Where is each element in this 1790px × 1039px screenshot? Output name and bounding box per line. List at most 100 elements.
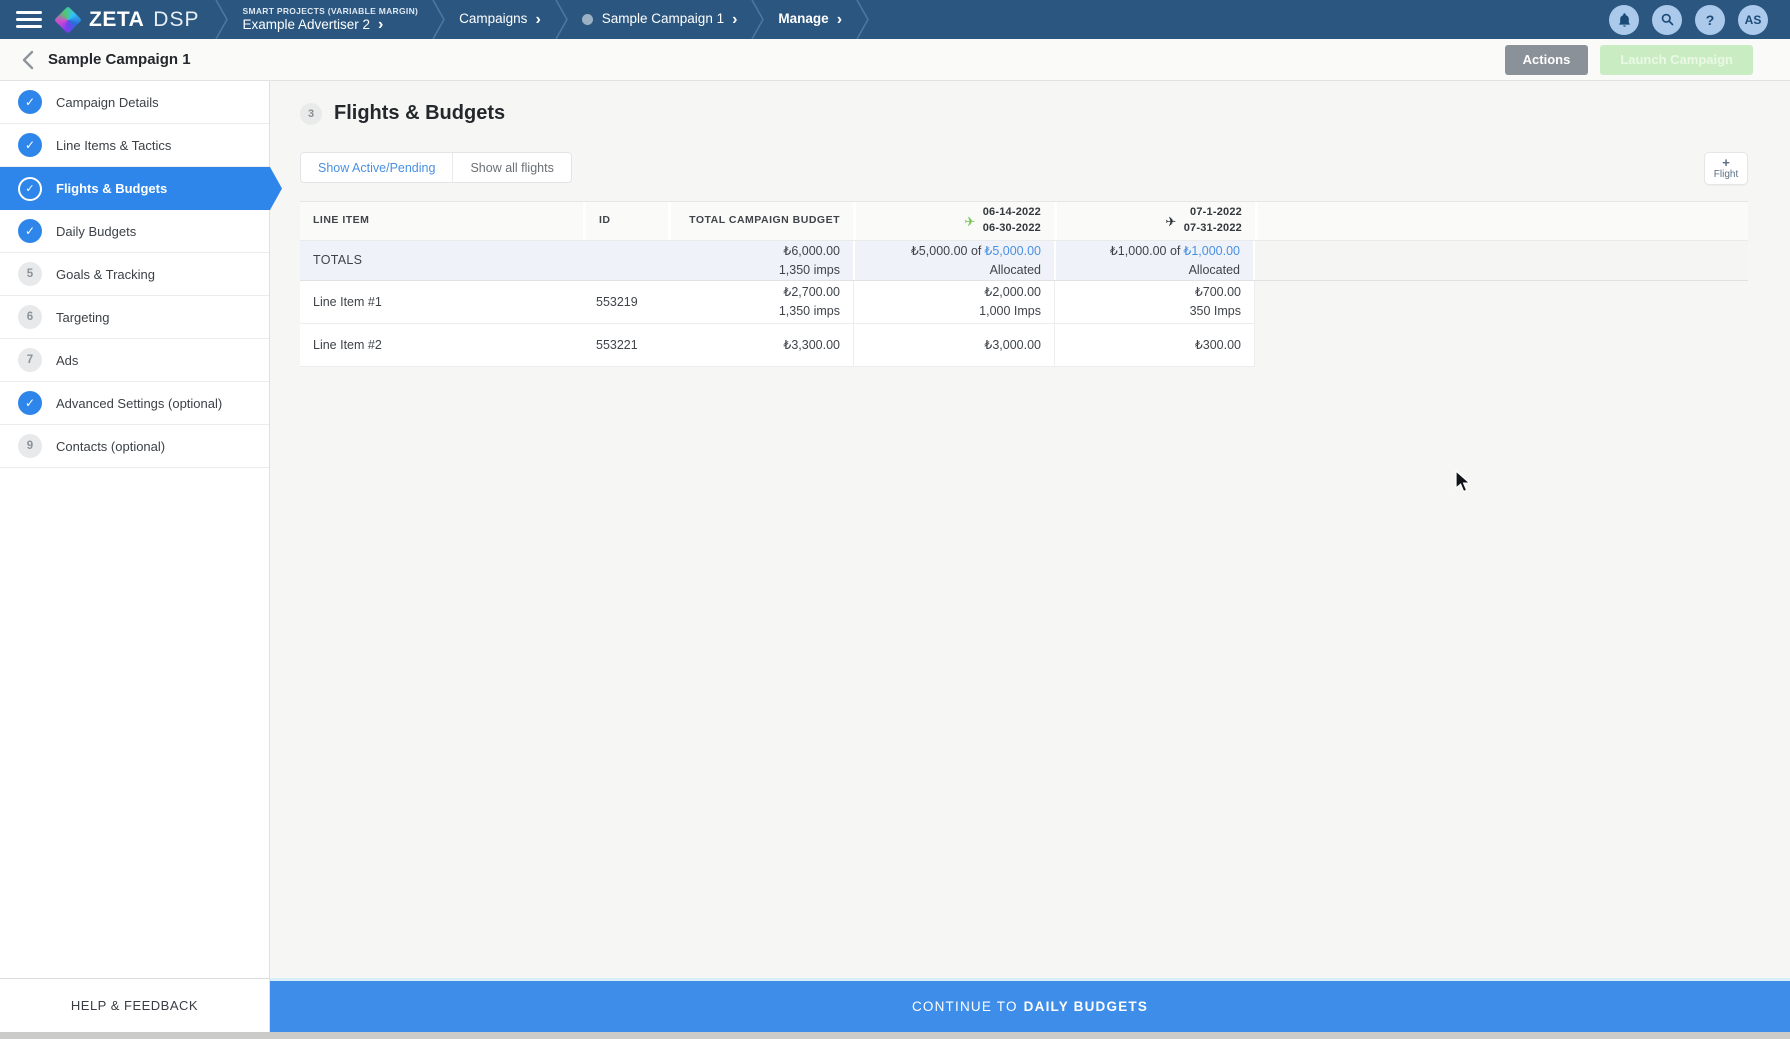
sidebar-item-flights-budgets[interactable]: ✓ Flights & Budgets [0, 167, 282, 210]
sidebar-item-label: Ads [56, 353, 78, 368]
sidebar-item-label: Campaign Details [56, 95, 159, 110]
avatar[interactable]: AS [1738, 5, 1768, 35]
sidebar-item-label: Contacts (optional) [56, 439, 165, 454]
totals-budget-amount: ₺6,000.00 [783, 242, 840, 261]
flight-start-date: 07-1-2022 [1190, 205, 1242, 221]
sidebar-item-ads[interactable]: 7 Ads [0, 339, 269, 382]
breadcrumb-separator-icon [555, 0, 568, 39]
plus-icon: + [1722, 156, 1730, 169]
flight-start-date: 06-14-2022 [983, 205, 1041, 221]
flight-1-imps: 1,000 Imps [979, 302, 1041, 321]
check-icon: ✓ [18, 133, 42, 157]
budget-amount: ₺3,300.00 [783, 336, 840, 355]
table-row[interactable]: Line Item #1 553219 ₺2,700.00 1,350 imps… [300, 281, 1748, 324]
breadcrumb-separator-icon [432, 0, 445, 39]
sidebar-item-label: Daily Budgets [56, 224, 136, 239]
help-feedback-button[interactable]: HELP & FEEDBACK [0, 978, 270, 1032]
search-icon[interactable] [1652, 5, 1682, 35]
flight-1-amount: ₺2,000.00 [984, 283, 1041, 302]
table-header-row: LINE ITEM ID TOTAL CAMPAIGN BUDGET ✈ 06-… [300, 201, 1748, 241]
actions-button[interactable]: Actions [1505, 45, 1589, 75]
sidebar-item-contacts[interactable]: 9 Contacts (optional) [0, 425, 269, 468]
flight-end-date: 07-31-2022 [1184, 221, 1242, 237]
breadcrumb-advertiser-label: Example Advertiser 2 [242, 17, 370, 33]
col-header-filler [1255, 202, 1748, 240]
back-button[interactable] [14, 46, 42, 74]
section-title: Flights & Budgets [334, 102, 505, 125]
flight-1-cell: ₺3,000.00 [853, 324, 1054, 367]
flight-end-date: 06-30-2022 [983, 221, 1041, 237]
budget-amount: ₺2,700.00 [783, 283, 840, 302]
sidebar-item-line-items-tactics[interactable]: ✓ Line Items & Tactics [0, 124, 269, 167]
col-header-flight-1[interactable]: ✈ 06-14-2022 06-30-2022 [853, 202, 1054, 240]
sidebar-item-campaign-details[interactable]: ✓ Campaign Details [0, 81, 269, 124]
avatar-initials: AS [1745, 13, 1762, 27]
sidebar-item-daily-budgets[interactable]: ✓ Daily Budgets [0, 210, 269, 253]
totals-filler [1255, 241, 1748, 280]
flight-1-allocated-label: Allocated [990, 261, 1041, 280]
budget-imps: 1,350 imps [779, 302, 840, 321]
flight-1-allocated-amount[interactable]: ₺5,000.00 [984, 244, 1041, 258]
totals-budget-imps: 1,350 imps [779, 261, 840, 280]
zeta-dsp-logo[interactable]: ZETA DSP [56, 0, 215, 39]
check-icon: ✓ [18, 391, 42, 415]
check-icon: ✓ [18, 219, 42, 243]
check-icon: ✓ [18, 90, 42, 114]
help-icon[interactable]: ? [1695, 5, 1725, 35]
sidebar-item-label: Flights & Budgets [56, 181, 167, 196]
sidebar-item-goals-tracking[interactable]: 5 Goals & Tracking [0, 253, 269, 296]
row-filler [1255, 281, 1748, 324]
flight-2-allocated-label: Allocated [1189, 261, 1240, 280]
flight-1-cell: ₺2,000.00 1,000 Imps [853, 281, 1054, 324]
plane-icon: ✈ [1165, 215, 1176, 228]
totals-id-cell [583, 241, 668, 280]
show-active-pending-button[interactable]: Show Active/Pending [301, 153, 452, 182]
page-title: Sample Campaign 1 [48, 51, 191, 68]
sidebar-item-label: Line Items & Tactics [56, 138, 171, 153]
sidebar-item-targeting[interactable]: 6 Targeting [0, 296, 269, 339]
show-all-flights-button[interactable]: Show all flights [452, 153, 570, 182]
line-item-budget-cell: ₺2,700.00 1,350 imps [668, 281, 853, 324]
breadcrumb-campaign[interactable]: Sample Campaign 1 › [568, 0, 752, 39]
logo-text-secondary: DSP [153, 8, 199, 32]
sidebar-item-label: Targeting [56, 310, 109, 325]
breadcrumb-manage[interactable]: Manage › [764, 0, 856, 39]
totals-budget-cell: ₺6,000.00 1,350 imps [668, 241, 853, 280]
sidebar-item-label: Goals & Tracking [56, 267, 155, 282]
totals-row: TOTALS ₺6,000.00 1,350 imps ₺5,000.00 of… [300, 241, 1748, 281]
flight-1-spent: ₺5,000.00 of [911, 244, 982, 258]
logo-text-primary: ZETA [89, 8, 144, 32]
step-number-badge: 3 [300, 103, 322, 125]
launch-campaign-button[interactable]: Launch Campaign [1600, 45, 1753, 75]
zeta-diamond-icon [54, 6, 82, 34]
table-row[interactable]: Line Item #2 553221 ₺3,300.00 ₺3,000.00 … [300, 324, 1748, 367]
sidebar-item-advanced-settings[interactable]: ✓ Advanced Settings (optional) [0, 382, 269, 425]
sidebar-item-label: Advanced Settings (optional) [56, 396, 222, 411]
status-dot-icon [582, 14, 593, 25]
flight-2-allocated-amount[interactable]: ₺1,000.00 [1183, 244, 1240, 258]
line-item-id: 553221 [583, 324, 668, 367]
flight-2-spent: ₺1,000.00 of [1110, 244, 1181, 258]
col-header-flight-2[interactable]: ✈ 07-1-2022 07-31-2022 [1054, 202, 1255, 240]
add-flight-button[interactable]: + Flight [1704, 152, 1748, 185]
window-bottom-strip [0, 1032, 1790, 1039]
breadcrumb-campaigns-label: Campaigns [459, 11, 527, 27]
continue-prefix: CONTINUE TO [912, 999, 1018, 1014]
continue-emphasis: DAILY BUDGETS [1024, 999, 1148, 1014]
line-item-name: Line Item #1 [300, 281, 583, 324]
line-item-id: 553219 [583, 281, 668, 324]
hamburger-menu-icon[interactable] [0, 0, 56, 39]
campaign-header-bar: Sample Campaign 1 Actions Launch Campaig… [0, 39, 1790, 81]
totals-flight-2-cell: ₺1,000.00 of₺1,000.00 Allocated [1054, 241, 1255, 280]
breadcrumb-campaigns[interactable]: Campaigns › [445, 0, 555, 39]
add-flight-label: Flight [1714, 169, 1738, 181]
flight-2-amount: ₺700.00 [1195, 283, 1241, 302]
notifications-bell-icon[interactable] [1609, 5, 1639, 35]
continue-button[interactable]: CONTINUE TO DAILY BUDGETS [270, 978, 1790, 1032]
row-filler [1255, 324, 1748, 367]
breadcrumb-advertiser[interactable]: SMART PROJECTS (VARIABLE MARGIN) Example… [228, 0, 432, 39]
flight-2-cell: ₺300.00 [1054, 324, 1255, 367]
flight-2-cell: ₺700.00 350 Imps [1054, 281, 1255, 324]
chevron-right-icon: › [837, 12, 842, 28]
totals-flight-1-cell: ₺5,000.00 of₺5,000.00 Allocated [853, 241, 1054, 280]
